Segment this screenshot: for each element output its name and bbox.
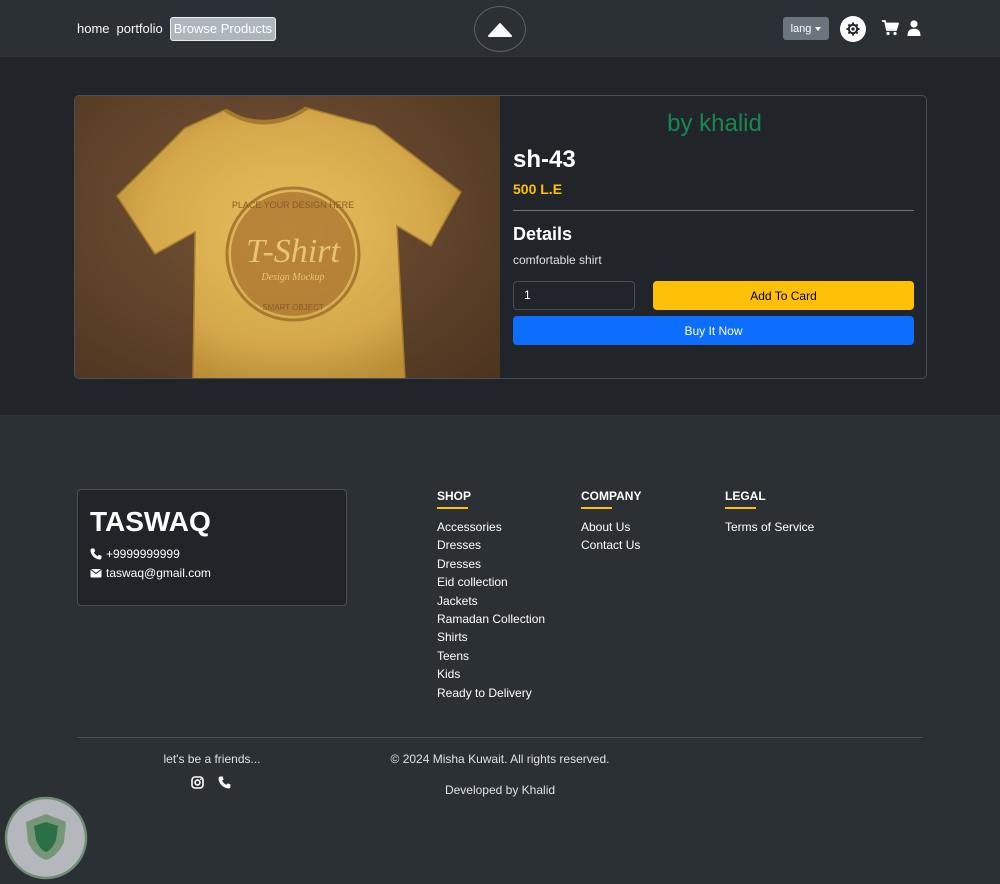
footer-link[interactable]: Teens <box>437 647 545 665</box>
footer-link[interactable]: Jackets <box>437 592 545 610</box>
tshirt-illustration: PLACE YOUR DESIGN HERE T-Shirt Design Mo… <box>75 96 500 378</box>
top-navbar: home portfolio Browse Products lang <box>0 0 1000 57</box>
footer-link[interactable]: Terms of Service <box>725 518 814 536</box>
mockup-title-text: T-Shirt <box>246 233 341 270</box>
product-image: PLACE YOUR DESIGN HERE T-Shirt Design Mo… <box>75 96 500 378</box>
gear-icon <box>846 22 860 36</box>
footer-column-legal: LEGAL Terms of Service <box>725 489 814 536</box>
product-card: PLACE YOUR DESIGN HERE T-Shirt Design Mo… <box>74 95 927 379</box>
friends-text: let's be a friends... <box>163 752 261 766</box>
nav-links: home portfolio Browse Products <box>77 17 283 41</box>
phone-number: +9999999999 <box>106 547 180 561</box>
details-text: comfortable shirt <box>513 253 602 267</box>
footer-column-title: LEGAL <box>725 489 766 503</box>
footer-column-title: COMPANY <box>581 489 642 503</box>
product-price: 500 L.E <box>513 181 563 197</box>
cloud-logo-icon <box>488 23 512 37</box>
footer-link[interactable]: Dresses <box>437 555 545 573</box>
language-dropdown[interactable]: lang <box>783 17 829 40</box>
brand-name: TASWAQ <box>90 506 211 537</box>
title-underline <box>581 507 612 509</box>
footer-link[interactable]: Kids <box>437 665 545 683</box>
brand-card: TASWAQ +9999999999 taswaq@gmail.com <box>77 489 347 606</box>
footer-column-company: COMPANY About Us Contact Us <box>581 489 641 555</box>
instagram-icon[interactable] <box>191 776 204 789</box>
envelope-icon <box>90 569 102 578</box>
phone-row: +9999999999 <box>90 547 180 561</box>
copyright-text: © 2024 Misha Kuwait. All rights reserved… <box>390 752 610 766</box>
add-to-cart-button[interactable]: Add To Card <box>653 281 914 310</box>
nav-link-home[interactable]: home <box>77 17 110 41</box>
footer-link[interactable]: About Us <box>581 518 641 536</box>
footer-column-title: SHOP <box>437 489 472 503</box>
caret-down-icon <box>815 26 822 31</box>
quantity-input[interactable]: 1 <box>513 281 635 310</box>
footer-column-shop: SHOP Accessories Dresses Dresses Eid col… <box>437 489 545 702</box>
email-address: taswaq@gmail.com <box>106 566 211 580</box>
cart-icon[interactable] <box>882 20 899 36</box>
theme-toggle-button[interactable] <box>840 16 866 42</box>
footer-link[interactable]: Shirts <box>437 628 545 646</box>
footer: TASWAQ +9999999999 taswaq@gmail.com SHOP… <box>0 415 1000 884</box>
phone-icon <box>90 548 102 560</box>
phone-icon[interactable] <box>218 776 231 789</box>
footer-divider <box>77 737 923 738</box>
user-icon[interactable] <box>907 20 921 36</box>
social-links <box>191 776 231 789</box>
mockup-bottom-text: SMART OBJECT <box>262 303 324 312</box>
product-name: sh-43 <box>513 146 576 173</box>
buy-now-button[interactable]: Buy It Now <box>513 316 914 345</box>
mockup-top-text: PLACE YOUR DESIGN HERE <box>232 200 354 210</box>
email-row: taswaq@gmail.com <box>90 566 211 580</box>
nav-link-browse-products[interactable]: Browse Products <box>169 17 277 41</box>
footer-link[interactable]: Eid collection <box>437 573 545 591</box>
title-underline <box>437 507 468 509</box>
details-heading: Details <box>513 224 573 244</box>
footer-link[interactable]: Ramadan Collection <box>437 610 545 628</box>
footer-link[interactable]: Contact Us <box>581 536 641 554</box>
product-section: PLACE YOUR DESIGN HERE T-Shirt Design Mo… <box>0 57 1000 415</box>
home-logo-button[interactable] <box>474 6 526 52</box>
language-label: lang <box>790 22 812 35</box>
divider <box>513 210 914 211</box>
nav-link-portfolio[interactable]: portfolio <box>117 17 163 41</box>
footer-link[interactable]: Accessories <box>437 518 545 536</box>
developed-by-text: Developed by Khalid <box>444 783 556 797</box>
product-author: by khalid <box>667 110 762 137</box>
title-underline <box>725 507 756 509</box>
product-info: by khalid sh-43 500 L.E Details comforta… <box>501 96 926 378</box>
footer-link[interactable]: Ready to Delivery <box>437 684 545 702</box>
footer-link[interactable]: Dresses <box>437 536 545 554</box>
mockup-sub-text: Design Mockup <box>260 272 324 283</box>
watermark-shield-logo <box>4 796 88 880</box>
